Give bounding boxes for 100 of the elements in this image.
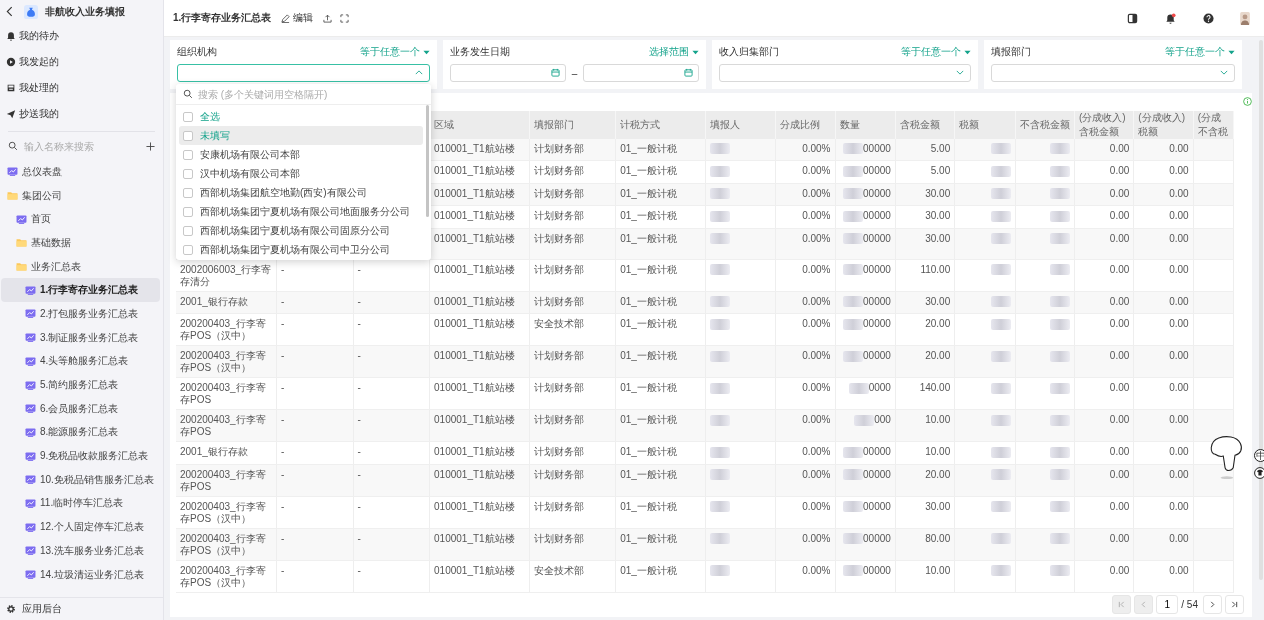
option-item[interactable]: 汉中机场有限公司本部 (179, 164, 423, 183)
tree-item[interactable]: 11.临时停车汇总表 (1, 491, 160, 516)
table-cell: 01_一般计税 (615, 496, 706, 528)
checkbox[interactable] (183, 168, 193, 179)
checkbox[interactable] (183, 206, 193, 217)
redacted-mark (1049, 446, 1070, 458)
option-item[interactable]: 西部机场集团航空地勤(西安)有限公司 (179, 183, 423, 202)
tree-item[interactable]: 首页 (1, 207, 160, 232)
tree-item[interactable]: 14.垃圾清运业务汇总表 (1, 562, 160, 587)
search-field[interactable]: 输入名称来搜索 (22, 139, 142, 153)
redacted-mark (1049, 233, 1070, 245)
select-field[interactable] (719, 64, 971, 82)
upload-icon[interactable] (323, 13, 333, 23)
table-cell: 计划财务部 (529, 259, 616, 291)
plus-icon[interactable] (146, 141, 155, 151)
date-field[interactable] (450, 64, 566, 82)
folder-icon (16, 262, 27, 272)
redacted-mark (709, 143, 730, 155)
filter-label: 组织机构 (177, 45, 217, 59)
select-field[interactable] (177, 64, 430, 82)
redacted-mark (1049, 533, 1070, 545)
redacted-mark (990, 318, 1011, 330)
tree-item[interactable]: 4.头等舱服务汇总表 (1, 349, 160, 374)
redacted-mark (709, 210, 730, 222)
table-cell: 30.00 (895, 228, 955, 259)
chevron-icon (415, 70, 423, 75)
table-cell: 200200403_行李寄存POS（汉中） (176, 313, 277, 346)
table-cell: 200200403_行李寄存POS (176, 409, 277, 442)
sidebar-panel-icon[interactable] (1127, 12, 1138, 24)
tree-item[interactable]: 基础数据 (1, 231, 160, 255)
tree-item[interactable]: 13.洗车服务业务汇总表 (1, 539, 160, 563)
chart-icon (25, 451, 36, 461)
tree-item[interactable]: 集团公司 (1, 183, 160, 208)
checkbox[interactable] (183, 225, 193, 236)
last-page-button[interactable] (1225, 595, 1244, 615)
table-cell: 30.00 (895, 205, 955, 228)
tree-item[interactable]: 总仪表盘 (1, 160, 160, 184)
redacted-mark (1049, 382, 1070, 394)
last-icon (1231, 601, 1238, 609)
admin-link[interactable]: 应用后台 (0, 597, 163, 620)
option-item[interactable]: 西部机场集团宁夏机场有限公司地面服务分公司 (179, 202, 423, 221)
table-cell: 0.00 (1074, 560, 1134, 592)
tree-item[interactable]: 2.打包服务业务汇总表 (1, 302, 160, 326)
nav-item[interactable]: 抄送我的 (0, 101, 163, 127)
tree-item[interactable]: 业务汇总表 (1, 254, 160, 279)
checkbox[interactable] (183, 111, 193, 122)
table-cell: - (276, 377, 354, 410)
table-cell: - (353, 313, 430, 346)
scrollbar[interactable] (426, 105, 429, 217)
table-cell: 安全技术部 (529, 313, 616, 346)
tree-item[interactable]: 10.免税品销售服务汇总表 (1, 467, 160, 492)
edit-button[interactable]: 编辑 (279, 11, 316, 25)
option-item[interactable]: 西部机场集团宁夏机场有限公司中卫分公司 (179, 240, 423, 259)
column-header: 分成比例 (775, 110, 835, 139)
redacted-mark (709, 414, 730, 426)
table-cell: 计划财务部 (529, 160, 616, 183)
checkbox[interactable] (183, 187, 193, 198)
tree-item[interactable]: 3.制证服务业务汇总表 (1, 325, 160, 350)
redacted-mark (843, 446, 864, 458)
tree-item[interactable]: 6.会员服务汇总表 (1, 396, 160, 421)
page-field[interactable]: 1 (1156, 595, 1179, 615)
chart-icon (25, 475, 36, 485)
table-cell: 2001_银行存款 (176, 291, 277, 314)
redacted-mark (854, 414, 875, 426)
tree-item[interactable]: 12.个人固定停车汇总表 (1, 515, 160, 539)
table-cell: 30.00 (895, 496, 955, 528)
bell-icon[interactable] (1165, 12, 1176, 24)
tree-item[interactable]: 9.免税品收款服务汇总表 (1, 444, 160, 468)
fullscreen-icon[interactable] (340, 13, 350, 23)
info-icon[interactable] (1243, 97, 1252, 107)
table-cell: 01_一般计税 (615, 160, 706, 183)
table-cell: 01_一般计税 (615, 409, 706, 442)
table-cell: 01_一般计税 (615, 441, 706, 464)
tree-item[interactable]: 5.简约服务汇总表 (1, 373, 160, 397)
back-icon[interactable] (6, 6, 13, 17)
table-cell: 80.00 (895, 528, 955, 560)
tree-item[interactable]: 8.能源服务汇总表 (1, 420, 160, 445)
search-icon (183, 89, 193, 99)
redacted-mark (709, 165, 730, 177)
table-cell: 01_一般计税 (615, 464, 706, 496)
avatar[interactable] (1240, 11, 1250, 25)
search-field[interactable]: 搜索 (多个关键词用空格隔开) (198, 87, 388, 101)
next-page-button[interactable] (1203, 595, 1222, 615)
table-cell: - (276, 496, 354, 528)
shirt-icon[interactable] (1254, 467, 1264, 479)
table-cell: 140.00 (895, 377, 955, 410)
nav-item[interactable]: 我的待办 (0, 23, 163, 49)
checkbox[interactable] (183, 149, 193, 160)
table-cell: - (353, 464, 430, 496)
date-field[interactable] (583, 64, 699, 82)
nav-item[interactable]: 我发起的 (0, 49, 163, 75)
nav-item[interactable]: 我处理的 (0, 75, 163, 101)
tree-item[interactable]: 1.行李寄存业务汇总表 (1, 278, 160, 303)
help-icon[interactable] (1203, 12, 1214, 24)
option-item[interactable]: 安康机场有限公司本部 (179, 145, 423, 164)
option-item[interactable]: 西部机场集团宁夏机场有限公司固原分公司 (179, 221, 423, 240)
filter-label: 收入归集部门 (719, 45, 779, 59)
checkbox[interactable] (183, 244, 193, 255)
checkbox[interactable] (183, 130, 193, 141)
select-field[interactable] (991, 64, 1235, 82)
